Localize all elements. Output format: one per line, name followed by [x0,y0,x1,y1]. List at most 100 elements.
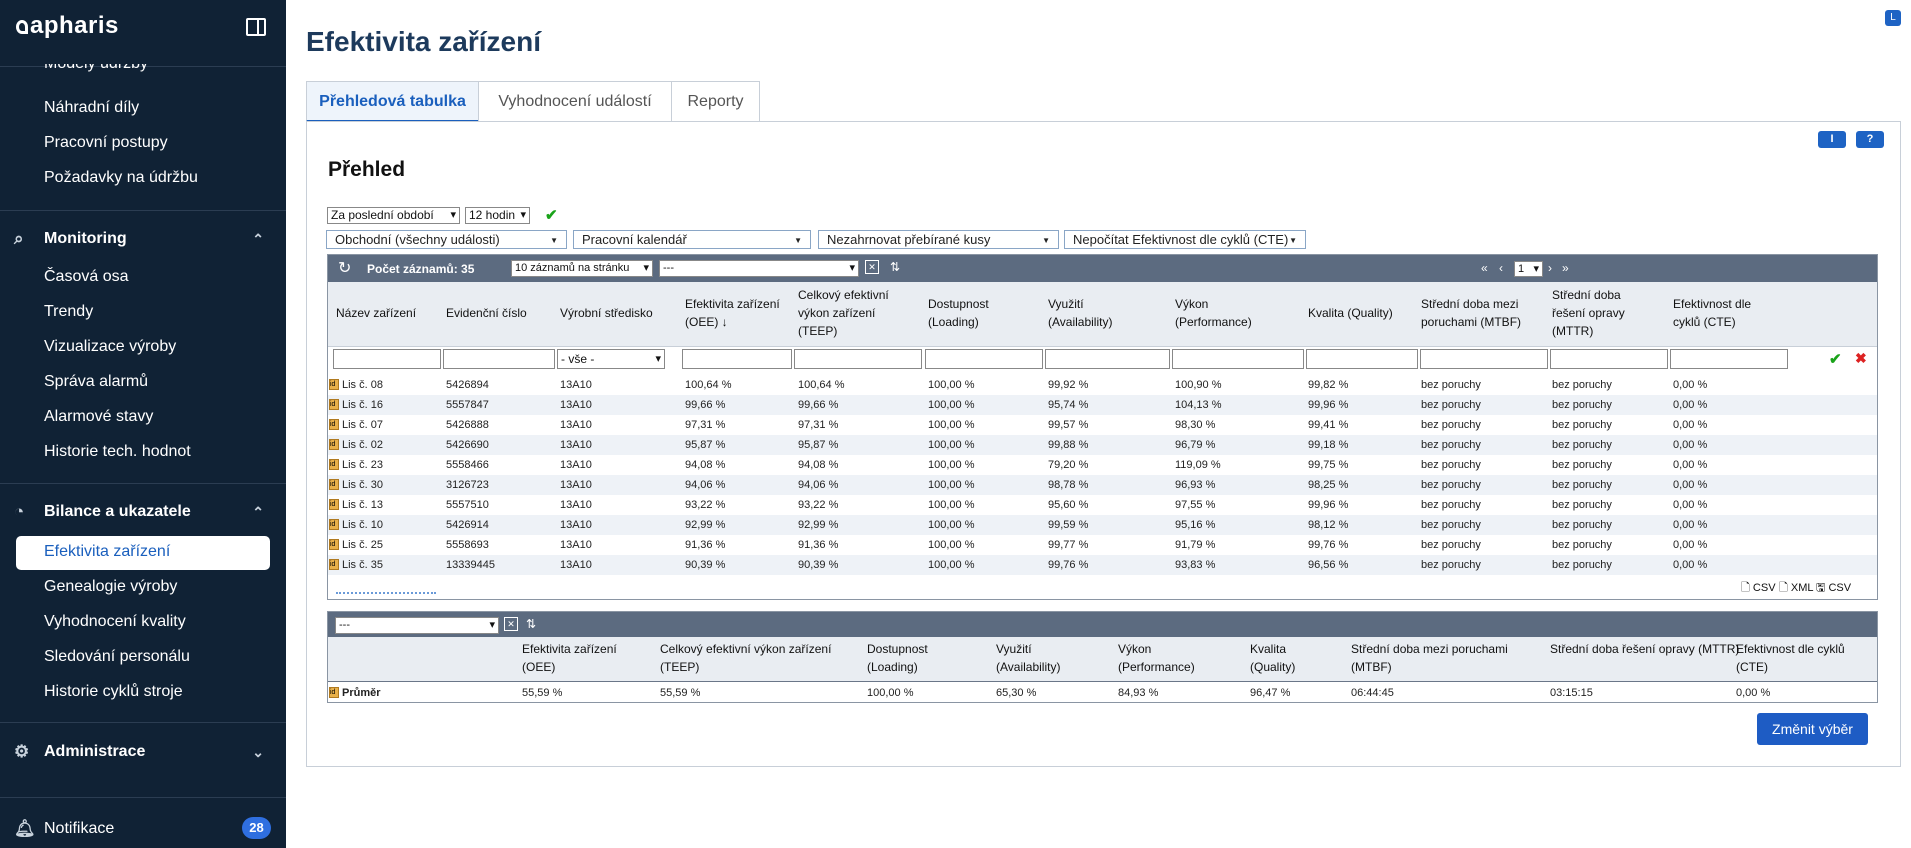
cell-mtbf: bez poruchy [1421,479,1481,491]
filter-vykon[interactable] [1172,349,1304,369]
sidebar-toggle-icon[interactable] [246,18,266,36]
summary-select[interactable]: --- [335,617,499,634]
sidebar-item-trendy[interactable]: Trendy [44,303,93,321]
sidebar-section-administrace[interactable]: ⚙ Administrace ⌄ [14,742,272,764]
export-xml-button[interactable]: 🗋 XML [1779,579,1814,598]
col-oee[interactable]: Efektivita zařízení (OEE) ↓ [685,295,785,331]
help-button[interactable]: ? [1856,131,1884,148]
table-row[interactable]: id Lis č. 30 3126723 13A10 94,06 % 94,06 % 100… [328,475,1877,495]
sidebar-item-nahradni-dily[interactable]: Náhradní díly [44,99,139,117]
cell-nazev: Lis č. 25 [342,539,383,551]
tab-reporty[interactable]: Reporty [671,81,760,122]
apply-filter-icon[interactable]: ✔ [1829,350,1842,368]
col-stredisko[interactable]: Výrobní středisko [560,304,653,322]
user-avatar[interactable]: L [1885,10,1901,26]
sidebar-item-vyhodnoceni-kvality[interactable]: Vyhodnocení kvality [44,613,186,631]
cell-dostupnost: 100,00 % [928,559,975,571]
cell-nazev: Lis č. 35 [342,559,383,571]
sidebar-item-vizualizace[interactable]: Vizualizace výroby [44,338,176,356]
col-vykon[interactable]: Výkon (Performance) [1175,295,1260,331]
change-selection-button[interactable]: Změnit výběr [1757,713,1868,745]
row-type-icon: id [329,459,339,470]
logo[interactable]: apharis [16,12,119,40]
next-page-icon[interactable]: › [1548,261,1552,275]
sidebar-item-sledovani-personalu[interactable]: Sledování personálu [44,648,190,666]
table-row[interactable]: id Lis č. 16 5557847 13A10 99,66 % 99,66 % 100… [328,395,1877,415]
tab-prehledova-tabulka[interactable]: Přehledová tabulka [306,81,479,122]
col-cte[interactable]: Efektivnost dle cyklů (CTE) [1673,295,1773,331]
cell-mttr: bez poruchy [1552,439,1612,451]
sidebar-item-historie-tech[interactable]: Historie tech. hodnot [44,443,191,461]
cell-evidencni: 5426690 [446,439,489,451]
filter-teep[interactable] [794,349,922,369]
col-evidencni[interactable]: Evidenční číslo [446,304,527,322]
col-mtbf[interactable]: Střední doba mezi poruchami (MTBF) [1421,295,1546,331]
col-nazev[interactable]: Název zařízení [336,304,416,322]
pieces-select[interactable]: Nezahrnovat přebírané kusy [818,230,1059,249]
period-length-select[interactable]: 12 hodin [465,207,530,224]
sidebar-item-historie-cyklu[interactable]: Historie cyklů stroje [44,683,183,701]
sort-icon[interactable]: ⇅ [526,617,536,631]
cell-vyuziti: 98,78 % [1048,479,1089,491]
filter-stredisko-select[interactable]: - vše - [557,349,665,369]
sidebar-item-modely-udrzby[interactable]: Modely údržby [44,64,148,76]
table-row[interactable]: id Lis č. 35 13339445 13A10 90,39 % 90,39 % 10… [328,555,1877,575]
table-row[interactable]: id Lis č. 25 5558693 13A10 91,36 % 91,36 % 100… [328,535,1877,555]
sidebar-item-casova-osa[interactable]: Časová osa [44,268,129,286]
sidebar-item-pracovni-postupy[interactable]: Pracovní postupy [44,134,168,152]
filter-mttr[interactable] [1550,349,1668,369]
cell-nazev: Lis č. 10 [342,519,383,531]
info-button[interactable]: I [1818,131,1846,148]
last-page-icon[interactable]: » [1562,261,1569,275]
apply-check-icon[interactable]: ✔ [545,206,558,224]
col-teep[interactable]: Celkový efektivní výkon zařízení (TEEP) [798,286,898,340]
period-select[interactable]: Za poslední období [327,207,460,224]
table-row[interactable]: id Lis č. 13 5557510 13A10 93,22 % 93,22 % 100… [328,495,1877,515]
sidebar-item-genealogie[interactable]: Genealogie výroby [44,578,177,596]
view-select[interactable]: --- [659,260,859,277]
filter-vyuziti[interactable] [1045,349,1170,369]
filter-cte[interactable] [1670,349,1788,369]
cell-vykon: 95,16 % [1175,519,1216,531]
page-select[interactable]: 1 [1514,261,1543,277]
sidebar-item-pozadavky[interactable]: Požadavky na údržbu [44,169,198,187]
filter-dostupnost[interactable] [925,349,1043,369]
cell-mttr: bez poruchy [1552,519,1612,531]
col-kvalita[interactable]: Kvalita (Quality) [1308,304,1393,322]
expand-icon[interactable]: ✕ [865,260,879,274]
table-row[interactable]: id Lis č. 10 5426914 13A10 92,99 % 92,99 % 100… [328,515,1877,535]
filter-kvalita[interactable] [1306,349,1418,369]
table-row[interactable]: id Lis č. 08 5426894 13A10 100,64 % 100,64 % 1… [328,375,1877,395]
sidebar-notifications[interactable]: 🔔︎ Notifikace [14,819,272,841]
sidebar-item-efektivita-active[interactable]: Efektivita zařízení [16,536,270,570]
sidebar-item-sprava-alarmu[interactable]: Správa alarmů [44,373,148,391]
refresh-icon[interactable]: ↻ [338,258,351,278]
col-vyuziti[interactable]: Využití (Availability) [1048,295,1128,331]
filter-evidencni[interactable] [443,349,555,369]
expand-icon[interactable]: ✕ [504,617,518,631]
calendar-select[interactable]: Pracovní kalendář [573,230,811,249]
col-mttr[interactable]: Střední doba řešení opravy (MTTR) [1552,286,1652,340]
sidebar-section-bilance[interactable]: ◔ Bilance a ukazatele ⌃ [14,502,272,524]
col-dostupnost[interactable]: Dostupnost (Loading) [928,295,1003,331]
event-filter-select[interactable]: Obchodní (všechny události) [326,230,567,249]
filter-nazev[interactable] [333,349,441,369]
table-row[interactable]: id Lis č. 02 5426690 13A10 95,87 % 95,87 % 100… [328,435,1877,455]
divider [0,210,286,211]
table-row[interactable]: id Lis č. 07 5426888 13A10 97,31 % 97,31 % 100… [328,415,1877,435]
export-csv-button[interactable]: 🗋 CSV [1741,579,1776,598]
sort-icon[interactable]: ⇅ [890,260,900,274]
tab-vyhodnoceni-udalosti[interactable]: Vyhodnocení událostí [478,81,672,122]
sidebar-item-alarmove-stavy[interactable]: Alarmové stavy [44,408,153,426]
filter-mtbf[interactable] [1420,349,1548,369]
filter-oee[interactable] [682,349,792,369]
first-page-icon[interactable]: « [1481,261,1488,275]
cte-select[interactable]: Nepočítat Efektivnost dle cyklů (CTE) [1064,230,1306,249]
cell-evidencni: 13339445 [446,559,495,571]
prev-page-icon[interactable]: ‹ [1499,261,1503,275]
per-page-select[interactable]: 10 záznamů na stránku [511,260,653,277]
clear-filter-icon[interactable]: ✖ [1855,350,1867,367]
table-row[interactable]: id Lis č. 23 5558466 13A10 94,08 % 94,08 % 100… [328,455,1877,475]
export-csv2-button[interactable]: 🖫 CSV [1816,579,1851,598]
sidebar-section-monitoring[interactable]: ⌕ Monitoring ⌃ [14,229,272,251]
